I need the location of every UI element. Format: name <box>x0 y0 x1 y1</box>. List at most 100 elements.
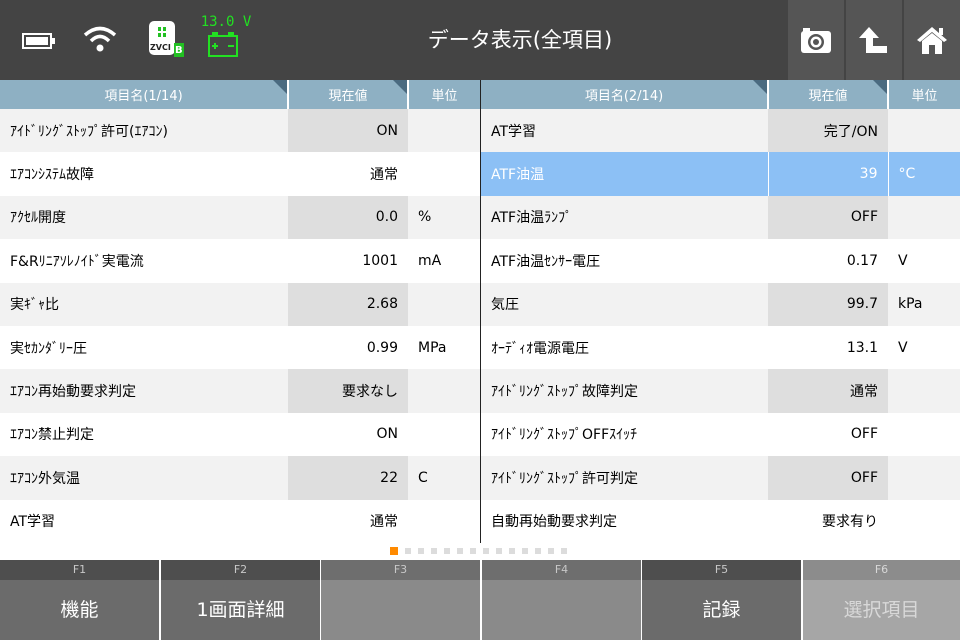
function-key-number: F4 <box>482 560 641 580</box>
table-row[interactable]: 実ｷﾞｬ比 2.68 <box>0 282 480 326</box>
page-dot <box>535 548 541 554</box>
item-value: 通常 <box>288 499 408 543</box>
table-row[interactable]: ｱｸｾﾙ開度 0.0% <box>0 195 480 240</box>
table-row[interactable]: ｱｲﾄﾞﾘﾝｸﾞｽﾄｯﾌﾟ許可(ｴｱｺﾝ) ON <box>0 109 480 153</box>
function-key-bar: F1 機能 F2 1画面詳細 F3 F4 F5 記録 F6 選択項目 <box>0 560 960 640</box>
home-button[interactable] <box>904 0 960 80</box>
item-name: ATF油温 <box>481 152 768 196</box>
sort-corner-icon <box>873 80 887 94</box>
table-row[interactable]: F&Rﾘﾆｱｿﾚﾉｲﾄﾞ実電流 1001 mA <box>0 239 480 283</box>
item-name: ｴｱｺﾝ外気温 <box>0 456 288 500</box>
page-dot <box>444 548 450 554</box>
back-icon <box>859 27 887 53</box>
camera-icon <box>801 28 831 53</box>
page-indicator <box>390 547 567 556</box>
function-key-label <box>321 580 480 640</box>
function-key-number: F2 <box>161 560 320 580</box>
page-dot <box>548 548 554 554</box>
page-dot <box>496 548 502 554</box>
item-name: 実ｾｶﾝﾀﾞﾘｰ圧 <box>10 340 87 357</box>
data-table-right: 項目名(2/14) 現在値 単位 AT学習 完了/ON ATF油温 39 °C ATF… <box>481 80 960 543</box>
page-dot <box>483 548 489 554</box>
column-header-current-value[interactable]: 現在値 <box>768 80 889 109</box>
table-row[interactable]: 実ｾｶﾝﾀﾞﾘｰ圧 0.99 MPa <box>0 325 480 370</box>
function-key-label: 記録 <box>642 580 801 640</box>
camera-button[interactable] <box>788 0 844 80</box>
column-header-item-name[interactable]: 項目名(2/14) <box>481 80 769 109</box>
item-value: 通常 <box>768 369 888 413</box>
vci-icon: ZVCI B <box>146 19 186 61</box>
item-name: 気圧 <box>481 282 768 326</box>
table-row[interactable]: 自動再始動要求判定 要求有り <box>481 499 960 543</box>
item-value: OFF <box>768 456 888 500</box>
wifi-icon <box>83 26 117 52</box>
item-name: ｱｲﾄﾞﾘﾝｸﾞｽﾄｯﾌﾟOFFｽｲｯﾁ <box>491 427 638 444</box>
table-row[interactable]: ｱｲﾄﾞﾘﾝｸﾞｽﾄｯﾌﾟ故障判定 通常 <box>481 369 960 413</box>
item-value: 39 <box>767 152 888 196</box>
item-unit <box>408 500 480 543</box>
column-header-unit[interactable]: 単位 <box>888 80 960 109</box>
column-header-item-name[interactable]: 項目名(1/14) <box>0 80 289 109</box>
item-value: 0.0 <box>288 195 408 240</box>
table-row[interactable]: ATF油温ﾗﾝﾌﾟ OFF <box>481 195 960 240</box>
battery-icon <box>22 33 55 49</box>
sort-corner-icon <box>393 80 407 94</box>
home-icon <box>917 27 947 54</box>
f1-function-button[interactable]: F1 機能 <box>0 560 159 640</box>
f4-empty-button[interactable]: F4 <box>482 560 641 640</box>
item-value: 13.1 <box>768 325 888 370</box>
item-name: ｱｲﾄﾞﾘﾝｸﾞｽﾄｯﾌﾟ許可判定 <box>481 456 768 500</box>
f3-empty-button[interactable]: F3 <box>321 560 480 640</box>
item-value: 99.7 <box>768 282 888 326</box>
page-dot <box>509 548 515 554</box>
table-row[interactable]: ｱｲﾄﾞﾘﾝｸﾞｽﾄｯﾌﾟOFFｽｲｯﾁ OFF <box>481 412 960 457</box>
item-unit: kPa <box>888 282 960 326</box>
page-dot <box>405 548 411 554</box>
sort-corner-icon <box>273 80 287 94</box>
item-name: ｴｱｺﾝ再始動要求判定 <box>0 369 288 413</box>
top-bar: ZVCI B 13.0 V データ表示(全項目) <box>0 0 960 80</box>
table-row[interactable]: ｴｱｺﾝｼｽﾃﾑ故障 通常 <box>0 152 480 196</box>
item-unit <box>408 369 480 413</box>
item-name: ｵｰﾃﾞｨｵ電源電圧 <box>491 340 589 357</box>
item-value: 完了/ON <box>768 109 888 153</box>
car-battery-icon <box>208 32 238 57</box>
function-key-label <box>482 580 641 640</box>
item-value: ON <box>288 109 408 153</box>
item-unit <box>408 282 480 326</box>
item-unit: V <box>898 339 908 356</box>
item-name: ATF油温ﾗﾝﾌﾟ <box>481 195 768 240</box>
f5-record-button[interactable]: F5 記録 <box>642 560 801 640</box>
table-header-row: 項目名(2/14) 現在値 単位 <box>481 80 960 109</box>
table-row[interactable]: ｴｱｺﾝ再始動要求判定 要求なし <box>0 369 480 413</box>
table-row[interactable]: 気圧 99.7 kPa <box>481 282 960 326</box>
table-row[interactable]: AT学習 通常 <box>0 499 480 543</box>
page-dot <box>418 548 424 554</box>
column-header-current-value[interactable]: 現在値 <box>288 80 409 109</box>
function-key-number: F3 <box>321 560 480 580</box>
table-row[interactable]: ｵｰﾃﾞｨｵ電源電圧 13.1 V <box>481 325 960 370</box>
f2-detail-button[interactable]: F2 1画面詳細 <box>161 560 320 640</box>
item-unit <box>888 413 960 456</box>
table-row[interactable]: ｴｱｺﾝ禁止判定 ON <box>0 412 480 457</box>
item-unit <box>888 109 960 153</box>
function-key-number: F1 <box>0 560 159 580</box>
item-unit <box>408 413 480 456</box>
item-value: 通常 <box>288 152 408 196</box>
table-row[interactable]: ｴｱｺﾝ外気温 22 C <box>0 456 480 500</box>
function-key-number: F5 <box>642 560 801 580</box>
item-name: F&Rﾘﾆｱｿﾚﾉｲﾄﾞ実電流 <box>10 253 144 270</box>
column-header-unit[interactable]: 単位 <box>408 80 480 109</box>
item-name: ｱｲﾄﾞﾘﾝｸﾞｽﾄｯﾌﾟ許可(ｴｱｺﾝ) <box>0 109 288 153</box>
item-name: ｱｸｾﾙ開度 <box>0 195 288 240</box>
item-name: 自動再始動要求判定 <box>491 514 617 531</box>
table-row[interactable]: ｱｲﾄﾞﾘﾝｸﾞｽﾄｯﾌﾟ許可判定 OFF <box>481 456 960 500</box>
item-unit <box>888 369 960 413</box>
table-row-selected[interactable]: ATF油温 39 °C <box>481 152 960 196</box>
back-button[interactable] <box>846 0 902 80</box>
table-row[interactable]: ATF油温ｾﾝｻｰ電圧 0.17 V <box>481 239 960 283</box>
item-value: 22 <box>288 456 408 500</box>
item-unit <box>888 500 960 543</box>
f6-select-items-button[interactable]: F6 選択項目 <box>803 560 960 640</box>
table-row[interactable]: AT学習 完了/ON <box>481 109 960 153</box>
